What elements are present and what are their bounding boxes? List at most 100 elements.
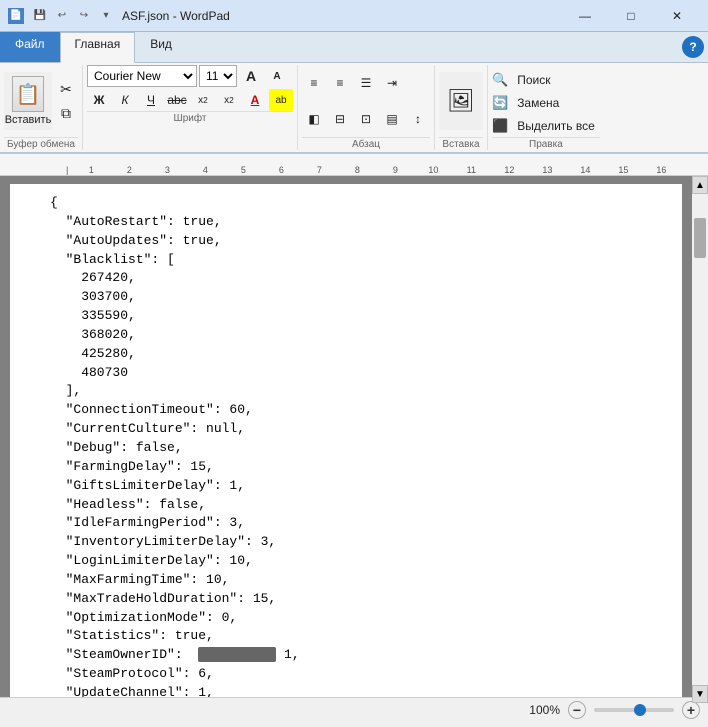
paragraph-label: Абзац <box>302 137 430 150</box>
tab-file[interactable]: Файл <box>0 32 60 62</box>
ruler-14: 14 <box>566 165 604 175</box>
maximize-btn[interactable]: □ <box>608 0 654 32</box>
ruler-16: 16 <box>642 165 680 175</box>
strikethrough-btn[interactable]: abc <box>165 89 189 111</box>
replace-icon: 🔄 <box>492 95 508 111</box>
save-quick-btn[interactable]: 💾 <box>30 6 50 26</box>
insert-picture-btn[interactable]: 🖼 <box>439 72 483 130</box>
selectall-row: ⬛ Выделить все <box>492 115 600 137</box>
json-line: "SteamOwnerID": 1, <box>50 646 666 665</box>
ribbon-body: 📋 Вставить ✂ ⧉ Буфер обмена Courier New <box>0 63 708 152</box>
json-line: "Statistics": true, <box>50 627 666 646</box>
select-all-btn[interactable]: Выделить все <box>512 115 600 137</box>
highlight-btn[interactable]: ab <box>269 89 293 111</box>
redo-btn[interactable]: ↪ <box>74 6 94 26</box>
align-right-btn[interactable]: ⊡ <box>354 108 378 130</box>
tab-view[interactable]: Вид <box>135 32 187 62</box>
json-line: "AutoRestart": true, <box>50 213 666 232</box>
zoom-out-btn[interactable]: − <box>568 701 586 719</box>
ruler-2: 2 <box>110 165 148 175</box>
undo-btn[interactable]: ↩ <box>52 6 72 26</box>
json-line: "Debug": false, <box>50 439 666 458</box>
font-color-btn[interactable]: A <box>243 89 267 111</box>
help-button[interactable]: ? <box>682 36 704 58</box>
replace-row: 🔄 Замена <box>492 92 564 114</box>
ruler-6: 6 <box>262 165 300 175</box>
editing-label: Правка <box>492 137 600 150</box>
justify-btn[interactable]: ▤ <box>380 108 404 130</box>
paragraph-group: ≡ ≡ ☰ ⇥ ◧ ⊟ ⊡ ▤ ↕ Абзац <box>298 65 435 150</box>
ribbon-tabs-row: Файл Главная Вид ? <box>0 32 708 63</box>
vertical-scrollbar[interactable]: ▲ ▼ <box>692 176 708 697</box>
superscript-btn[interactable]: x2 <box>217 89 241 111</box>
zoom-thumb[interactable] <box>634 704 646 716</box>
ruler-4: 4 <box>186 165 224 175</box>
font-group: Courier New 11 A A Ж К Ч abc x2 x2 A <box>83 65 298 150</box>
json-line: "MaxFarmingTime": 10, <box>50 571 666 590</box>
ruler-marker: | <box>66 165 68 175</box>
json-line: { <box>50 194 666 213</box>
status-bar: 100% − + <box>0 697 708 721</box>
scroll-down-btn[interactable]: ▼ <box>692 685 708 697</box>
insert-group: 🖼 Вставка <box>435 65 488 150</box>
cut-btn[interactable]: ✂ <box>54 78 78 100</box>
font-controls: Courier New 11 A A Ж К Ч abc x2 x2 A <box>87 65 293 111</box>
quick-access-more[interactable]: ▾ <box>96 6 116 26</box>
copy-btn[interactable]: ⧉ <box>54 102 78 124</box>
line-spacing-btn[interactable]: ↕ <box>406 108 430 130</box>
replace-btn[interactable]: Замена <box>512 92 564 114</box>
align-center-btn[interactable]: ≡ <box>328 72 352 94</box>
shrink-font-btn[interactable]: A <box>265 65 289 87</box>
scroll-up-btn[interactable]: ▲ <box>692 176 708 194</box>
ruler-5: 5 <box>224 165 262 175</box>
json-line: 368020, <box>50 326 666 345</box>
align-center2-btn[interactable]: ⊟ <box>328 108 352 130</box>
ruler-12: 12 <box>490 165 528 175</box>
scroll-thumb[interactable] <box>694 218 706 258</box>
json-line: "Blacklist": [ <box>50 251 666 270</box>
paste-icon: 📋 <box>12 76 44 112</box>
bold-btn[interactable]: Ж <box>87 89 111 111</box>
json-line: "Headless": false, <box>50 496 666 515</box>
ruler-13: 13 <box>528 165 566 175</box>
ruler-10: 10 <box>414 165 452 175</box>
ruler-3: 3 <box>148 165 186 175</box>
json-line: 303700, <box>50 288 666 307</box>
json-line: 425280, <box>50 345 666 364</box>
clipboard-group: 📋 Вставить ✂ ⧉ Буфер обмена <box>0 65 83 150</box>
paste-button[interactable]: 📋 Вставить <box>4 72 52 130</box>
quick-access-toolbar: 💾 ↩ ↪ ▾ <box>30 6 116 26</box>
insert-label: Вставка <box>439 137 483 150</box>
subscript-btn[interactable]: x2 <box>191 89 215 111</box>
json-line: 480730 <box>50 364 666 383</box>
close-btn[interactable]: ✕ <box>654 0 700 32</box>
ruler-9: 9 <box>376 165 414 175</box>
document-page[interactable]: { "AutoRestart": true, "AutoUpdates": tr… <box>10 184 682 697</box>
underline-btn[interactable]: Ч <box>139 89 163 111</box>
minimize-btn[interactable]: — <box>562 0 608 32</box>
zoom-slider[interactable] <box>594 708 674 712</box>
align-left2-btn[interactable]: ◧ <box>302 108 326 130</box>
find-btn[interactable]: Поиск <box>512 69 555 91</box>
picture-icon: 🖼 <box>447 88 475 114</box>
binoculars-icon: 🔍 <box>492 72 508 88</box>
window-title: ASF.json - WordPad <box>122 9 230 23</box>
tab-home[interactable]: Главная <box>60 32 136 63</box>
zoom-in-btn[interactable]: + <box>682 701 700 719</box>
json-line: ], <box>50 382 666 401</box>
paragraph-row1: ≡ ≡ ☰ ⇥ <box>302 65 430 101</box>
align-left-btn[interactable]: ≡ <box>302 72 326 94</box>
list-indent-btn[interactable]: ⇥ <box>380 72 404 94</box>
font-size-select[interactable]: 11 <box>199 65 237 87</box>
list-bullets-btn[interactable]: ☰ <box>354 72 378 94</box>
json-line: "ConnectionTimeout": 60, <box>50 401 666 420</box>
font-family-select[interactable]: Courier New <box>87 65 197 87</box>
document-area[interactable]: { "AutoRestart": true, "AutoUpdates": tr… <box>0 176 692 697</box>
find-row: 🔍 Поиск <box>492 69 555 91</box>
ruler-1: 1 <box>72 165 110 175</box>
grow-font-btn[interactable]: A <box>239 65 263 87</box>
redacted-value <box>198 647 276 662</box>
window-controls: — □ ✕ <box>562 0 700 32</box>
italic-btn[interactable]: К <box>113 89 137 111</box>
font-label: Шрифт <box>87 111 293 124</box>
